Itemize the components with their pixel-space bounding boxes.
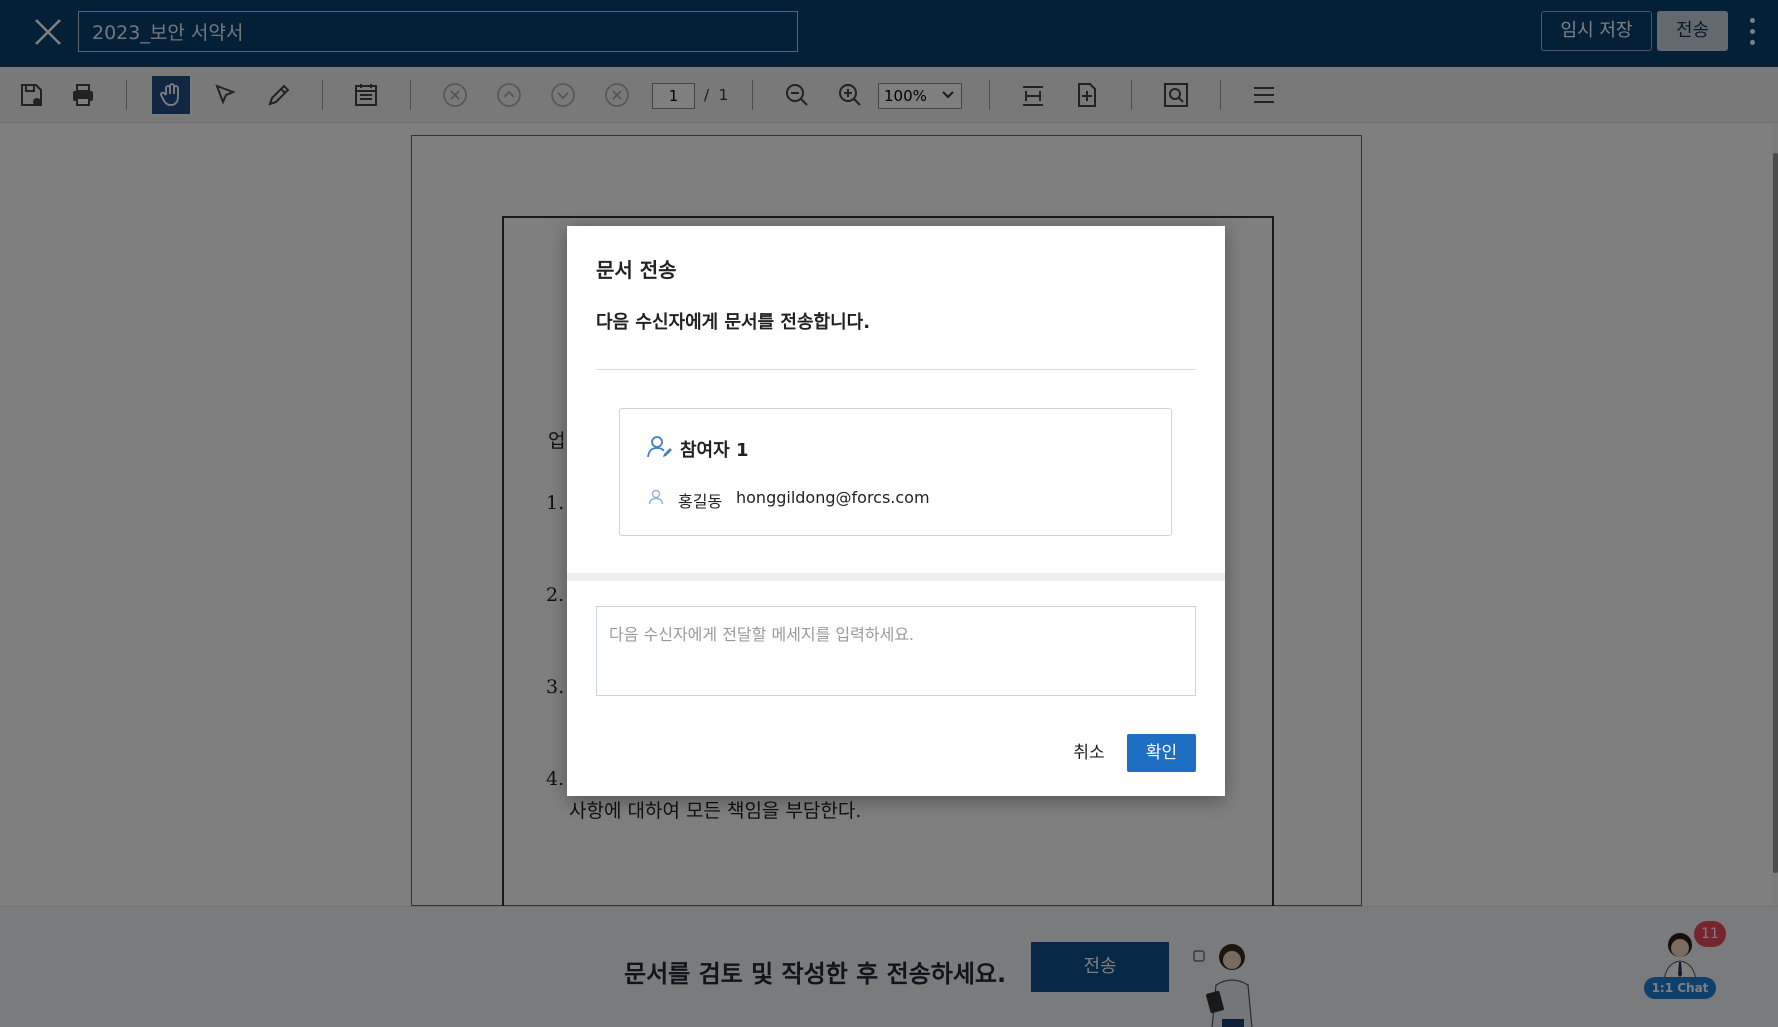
participant-card: 참여자 1 홍길동 honggildong@forcs.com: [619, 408, 1172, 536]
dialog-title: 문서 전송: [596, 258, 677, 282]
divider: [596, 369, 1196, 370]
person-icon: [648, 489, 664, 505]
participant-title: 참여자 1: [680, 440, 749, 461]
dialog-description: 다음 수신자에게 문서를 전송합니다.: [596, 312, 871, 333]
participant-email: honggildong@forcs.com: [736, 488, 930, 507]
message-input[interactable]: [596, 606, 1196, 696]
section-separator: [567, 573, 1225, 581]
confirm-button[interactable]: 확인: [1127, 734, 1196, 772]
participant-edit-icon: [646, 435, 674, 459]
participant-name: 홍길동: [678, 492, 723, 511]
send-document-dialog: 문서 전송 다음 수신자에게 문서를 전송합니다. 참여자 1 홍길동 hong…: [567, 226, 1225, 796]
cancel-button[interactable]: 취소: [1063, 734, 1115, 772]
